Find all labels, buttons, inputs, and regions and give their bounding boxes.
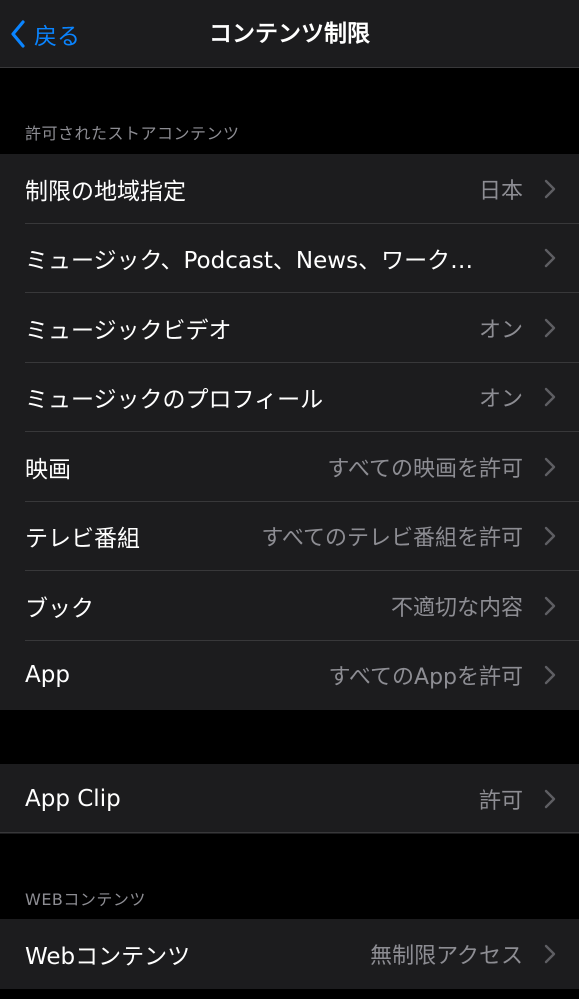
row-region[interactable]: 制限の地域指定 日本 [0,154,579,224]
row-label: App Clip [25,785,121,812]
row-value: すべてのテレビ番組を許可 [261,526,523,552]
chevron-right-icon [544,789,556,808]
row-value: オン [478,317,523,343]
row-value: 不適切な内容 [390,595,523,621]
row-movies[interactable]: 映画 すべての映画を許可 [0,432,579,502]
chevron-right-icon [544,179,556,198]
row-value: 許可 [478,788,523,814]
row-music-videos[interactable]: ミュージックビデオ オン [0,293,579,363]
chevron-right-icon [544,596,556,615]
chevron-right-icon [544,249,556,268]
row-music-profiles[interactable]: ミュージックのプロフィール オン [0,363,579,432]
row-value: 日本 [478,178,523,204]
chevron-right-icon [544,457,556,476]
row-value: 無制限アクセス [370,943,523,969]
chevron-right-icon [544,666,556,685]
row-label: ブック [25,595,94,622]
web-content-group: Webコンテンツ 無制限アクセス [0,919,579,989]
row-label: 制限の地域指定 [25,178,186,205]
page-title: コンテンツ制限 [209,21,370,47]
row-value: オン [478,387,523,413]
navigation-bar: 戻る コンテンツ制限 [0,0,579,68]
row-books[interactable]: ブック 不適切な内容 [0,571,579,641]
store-content-group: 制限の地域指定 日本 ミュージック、Podcast、News、ワーク… ミュージ… [0,154,579,710]
section-header-store: 許可されたストアコンテンツ [25,124,240,143]
section-header-web: WEBコンテンツ [25,890,146,909]
group-divider [0,832,579,833]
row-label: 映画 [25,456,71,483]
row-apps[interactable]: App すべてのAppを許可 [0,641,579,711]
row-label: App [25,662,70,689]
chevron-right-icon [544,527,556,546]
row-label: ミュージックのプロフィール [25,387,324,414]
row-label: Webコンテンツ [25,943,191,970]
row-label: テレビ番組 [25,526,140,553]
row-label: ミュージックビデオ [25,317,232,344]
app-clip-group: App Clip 許可 [0,764,579,834]
row-value: すべての映画を許可 [327,456,523,482]
chevron-right-icon [544,318,556,337]
row-value: すべてのAppを許可 [328,665,523,691]
chevron-right-icon [544,388,556,407]
row-tv-shows[interactable]: テレビ番組 すべてのテレビ番組を許可 [0,502,579,571]
row-app-clips[interactable]: App Clip 許可 [0,764,579,834]
row-music-podcast-news[interactable]: ミュージック、Podcast、News、ワーク… [0,224,579,293]
row-label: ミュージック、Podcast、News、ワーク… [25,248,474,275]
chevron-right-icon [544,944,556,963]
row-web-content[interactable]: Webコンテンツ 無制限アクセス [0,919,579,989]
